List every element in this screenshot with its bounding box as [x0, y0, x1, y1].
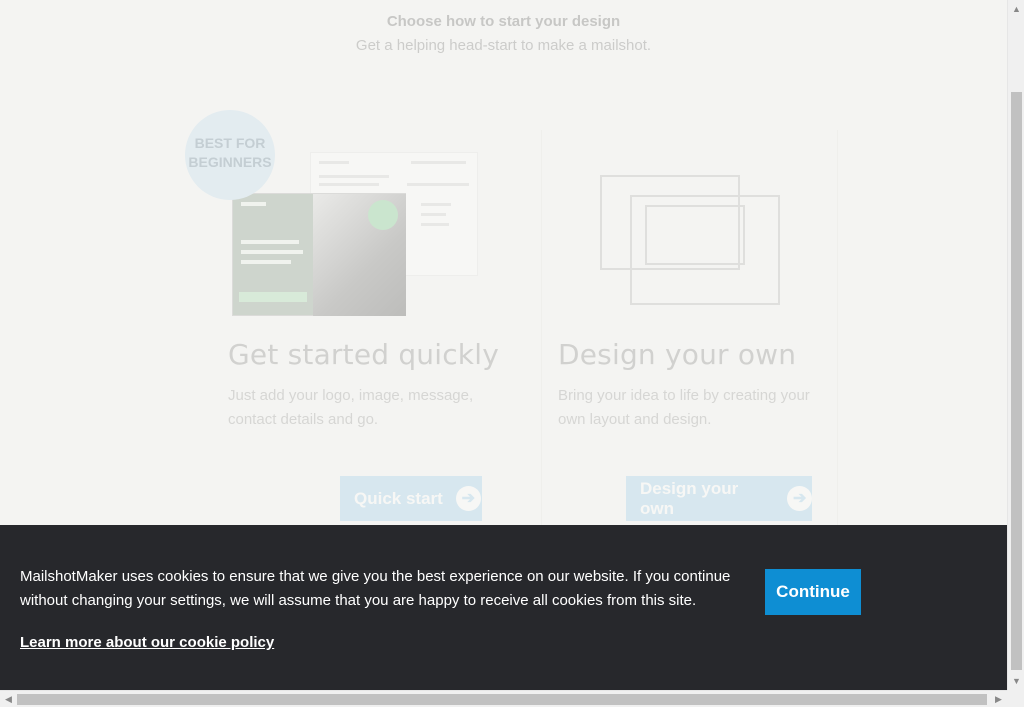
flyer-preview: [232, 193, 406, 316]
horizontal-scroll-thumb[interactable]: [17, 694, 987, 705]
vertical-scroll-thumb[interactable]: [1011, 92, 1022, 670]
scroll-right-icon[interactable]: ▶: [990, 691, 1007, 707]
design-own-preview-image: [590, 165, 790, 310]
arrow-right-icon: ➔: [787, 486, 812, 511]
cookie-banner: MailshotMaker uses cookies to ensure tha…: [0, 525, 1007, 690]
quick-start-description: Just add your logo, image, message, cont…: [228, 387, 474, 428]
design-own-title: Design your own: [558, 338, 797, 371]
quick-start-title: Get started quickly: [228, 338, 499, 371]
scroll-up-icon[interactable]: ▲: [1008, 2, 1024, 16]
arrow-right-icon: ➔: [455, 486, 481, 511]
continue-button[interactable]: Continue: [765, 569, 861, 615]
cta-bar: [239, 292, 307, 302]
scroll-down-icon[interactable]: ▼: [1008, 674, 1024, 688]
scroll-left-icon[interactable]: ◀: [0, 691, 17, 707]
design-own-button-label: Design your own: [640, 478, 739, 518]
quick-start-button-label: Quick start: [354, 488, 443, 508]
page: Choose how to start your design Get a he…: [0, 0, 1007, 690]
scrollbar-corner: [1007, 690, 1024, 707]
design-own-description: Bring your idea to life by creating your…: [558, 387, 810, 428]
horizontal-scrollbar[interactable]: ◀ ▶: [0, 690, 1007, 707]
page-subtitle: Get a helping head-start to make a mails…: [355, 37, 652, 54]
offer-circle: [368, 200, 398, 230]
cookie-message: MailshotMaker uses cookies to ensure tha…: [20, 568, 731, 609]
best-for-beginners-badge: BEST FOR BEGINNERS: [185, 110, 275, 200]
page-title: Choose how to start your design: [386, 13, 621, 30]
design-own-button[interactable]: Design your own ➔: [626, 476, 812, 521]
cookie-policy-link[interactable]: Learn more about our cookie policy: [20, 634, 274, 651]
quick-start-button[interactable]: Quick start ➔: [340, 476, 482, 521]
vertical-scrollbar[interactable]: ▲ ▼: [1007, 0, 1024, 690]
